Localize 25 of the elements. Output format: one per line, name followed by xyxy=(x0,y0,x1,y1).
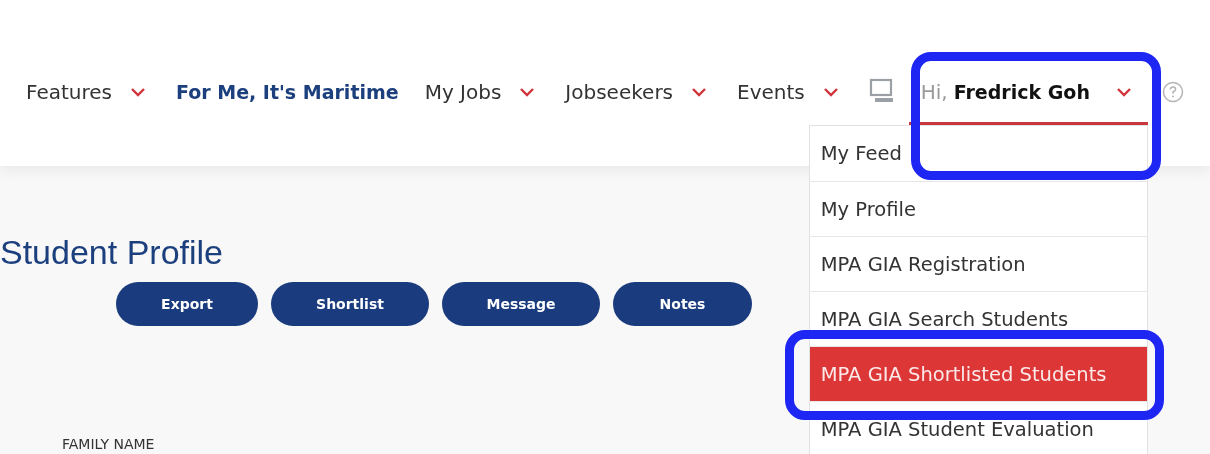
dropdown-item[interactable]: MPA GIA Registration xyxy=(809,236,1147,291)
action-button[interactable]: Shortlist xyxy=(271,282,429,326)
chevron-down-icon xyxy=(1115,87,1132,97)
dropdown-item[interactable]: My Feed xyxy=(809,126,1147,181)
field-label: FAMILY NAME xyxy=(62,436,156,452)
page-title: Student Profile xyxy=(0,232,224,272)
action-button[interactable]: Export xyxy=(116,282,258,326)
nav-menu-item[interactable]: Jobseekers xyxy=(565,70,708,114)
dropdown-item[interactable]: MPA GIA Student Evaluation xyxy=(809,401,1147,454)
monitor-icon[interactable] xyxy=(868,78,895,104)
chevron-down-icon xyxy=(691,87,708,97)
help-icon[interactable] xyxy=(1161,81,1184,103)
nav-link[interactable]: For Me, It's Maritime xyxy=(176,70,399,114)
action-button[interactable]: Notes xyxy=(613,282,752,326)
nav-menu-item[interactable]: Events xyxy=(737,70,839,114)
nav-menu-item[interactable]: My Jobs xyxy=(424,70,536,114)
chevron-down-icon xyxy=(519,87,536,97)
action-button[interactable]: Message xyxy=(442,282,600,326)
dropdown-item[interactable]: My Profile xyxy=(809,181,1147,236)
dropdown-item[interactable]: MPA GIA Shortlisted Students xyxy=(809,346,1147,401)
chevron-down-icon xyxy=(130,87,146,97)
chevron-down-icon xyxy=(822,87,839,97)
nav-menu-item[interactable]: Features xyxy=(26,70,146,114)
user-name: Fredrick Goh xyxy=(953,81,1090,103)
greeting: Hi, xyxy=(920,80,948,104)
